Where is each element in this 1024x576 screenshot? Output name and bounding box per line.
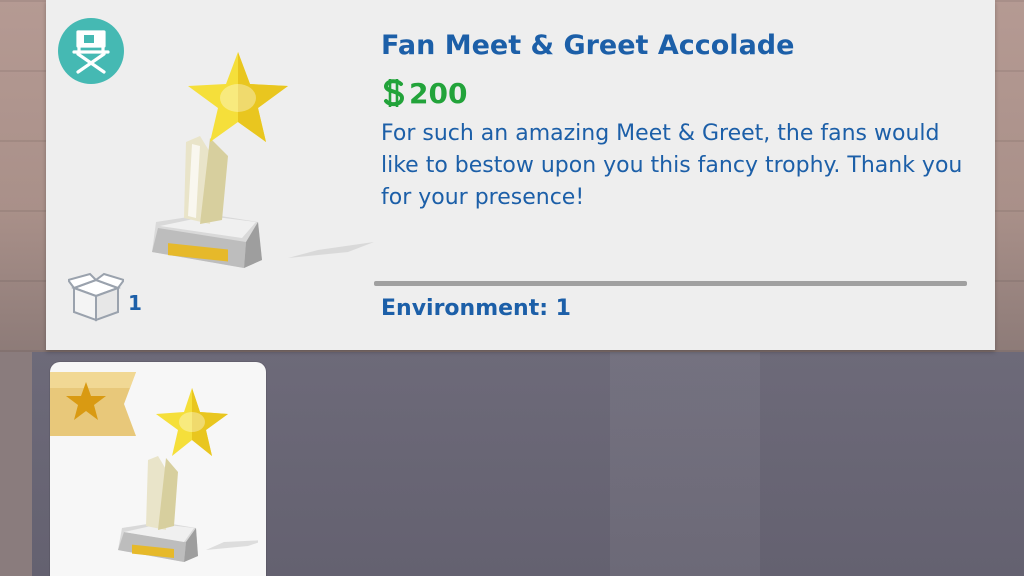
item-title: Fan Meet & Greet Accolade [381, 30, 795, 61]
environment-stat: Environment: 1 [381, 296, 571, 321]
trophy-image [152, 52, 374, 268]
item-tooltip-panel: 1 Fan Meet & Greet Accolade 200 For such… [46, 0, 995, 350]
item-price: 200 [409, 76, 468, 110]
price-row: 200 [381, 76, 467, 110]
section-divider [374, 281, 967, 286]
open-box-icon [68, 272, 124, 322]
director-chair-icon [58, 18, 124, 84]
item-description: For such an amazing Meet & Greet, the fa… [381, 121, 963, 210]
simoleon-icon [384, 79, 405, 107]
star-ribbon-icon [50, 372, 136, 436]
inventory-count: 1 [128, 291, 142, 315]
item-thumbnail[interactable] [50, 362, 266, 576]
background-wall-strip [0, 352, 32, 576]
